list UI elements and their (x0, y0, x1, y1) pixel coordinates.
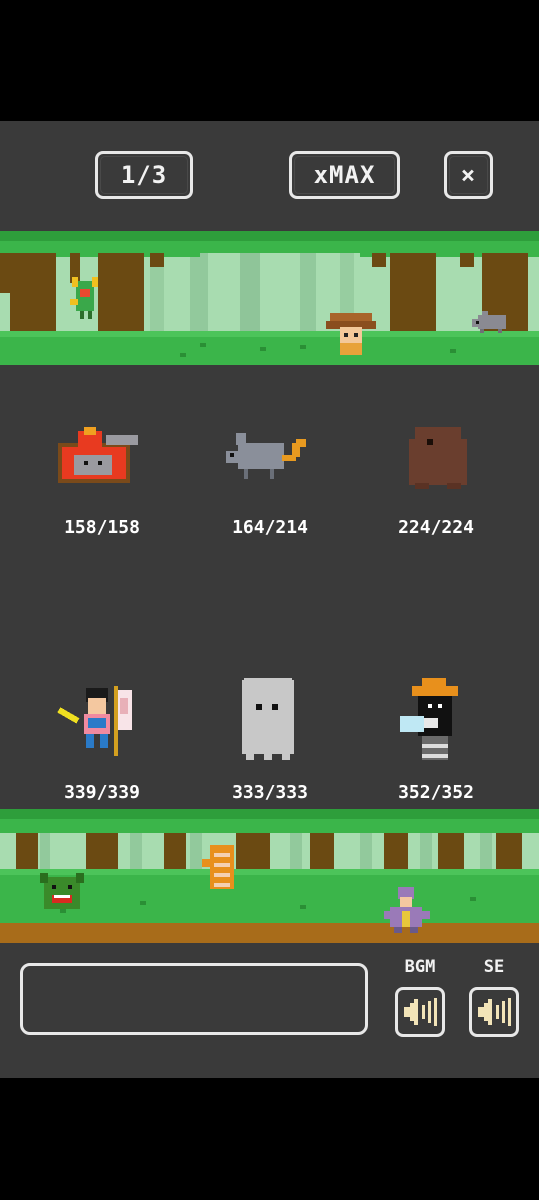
monster-hp-1: 158/158 (64, 517, 140, 538)
message-box (20, 963, 368, 1035)
close-icon: × (460, 161, 477, 189)
tiger-cat-sprite (202, 845, 234, 889)
gray-rat-monster-sprite (226, 433, 306, 479)
gray-mouse-sprite (472, 311, 506, 333)
multiplier-label: xMAX (313, 161, 376, 189)
monster-slot-2[interactable] (188, 411, 348, 591)
brown-blob-monster-sprite (409, 427, 467, 489)
game-screen: 1/3 xMAX × 158/158 164/214 224/224 339/3… (0, 121, 539, 1078)
page-indicator-button[interactable]: 1/3 (95, 151, 193, 199)
speaker-icon (478, 998, 511, 1026)
se-label: SE (483, 957, 505, 977)
se-toggle-button[interactable] (469, 987, 519, 1037)
monster-hp-5: 333/333 (232, 782, 308, 803)
monster-hp-3: 224/224 (398, 517, 474, 538)
monster-hp-2: 164/214 (232, 517, 308, 538)
green-goblin-sprite (40, 873, 84, 909)
hooded-mage-monster-sprite (400, 678, 458, 760)
white-ghost-monster-sprite (242, 678, 294, 760)
monster-hp-6: 352/352 (398, 782, 474, 803)
helmet-crate-monster-sprite (58, 427, 138, 483)
speaker-icon (404, 998, 437, 1026)
bgm-label: BGM (404, 957, 436, 977)
purple-wizard-sprite (384, 887, 430, 933)
flag-girl-monster-sprite (57, 686, 132, 756)
bottom-forest-scene (0, 809, 539, 943)
bgm-toggle-button[interactable] (395, 987, 445, 1037)
close-button[interactable]: × (444, 151, 493, 199)
top-forest-scene (0, 231, 539, 365)
page-indicator-label: 1/3 (120, 161, 168, 189)
monster-slot-1[interactable] (18, 411, 178, 591)
monster-slot-3[interactable] (358, 411, 518, 591)
green-dragon-sprite (70, 277, 98, 319)
multiplier-button[interactable]: xMAX (289, 151, 400, 199)
mushroom-kid-sprite (326, 313, 376, 355)
monster-hp-4: 339/339 (64, 782, 140, 803)
